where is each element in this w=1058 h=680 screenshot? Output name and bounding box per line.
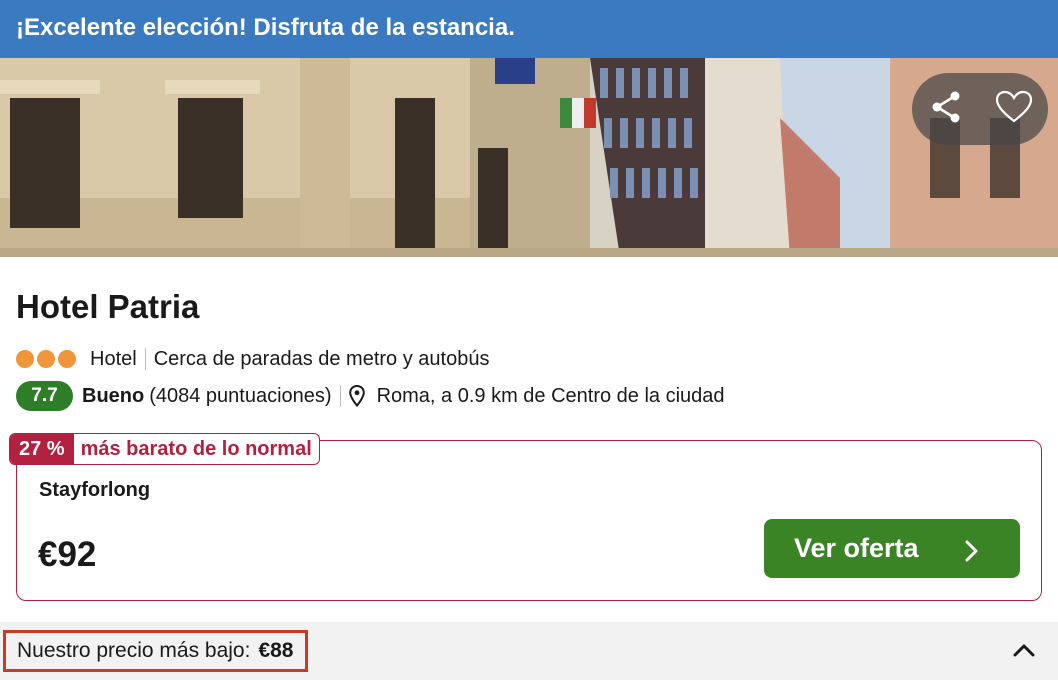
hotel-type: Hotel bbox=[90, 347, 137, 370]
rating-word: Bueno bbox=[82, 384, 145, 407]
success-banner: ¡Excelente elección! Disfruta de la esta… bbox=[0, 0, 1058, 58]
review-count[interactable]: (4084 puntuaciones) bbox=[149, 385, 331, 408]
star-dot-icon bbox=[16, 350, 34, 368]
divider bbox=[144, 348, 146, 370]
discount-text: más barato de lo normal bbox=[80, 437, 312, 460]
divider bbox=[339, 385, 341, 407]
banner-text: ¡Excelente elección! Disfruta de la esta… bbox=[16, 14, 515, 41]
score-badge: 7.7 bbox=[16, 381, 73, 411]
star-dot-icon bbox=[37, 350, 55, 368]
chevron-right-icon bbox=[964, 538, 978, 569]
collapse-button[interactable] bbox=[1010, 638, 1038, 666]
star-dot-icon bbox=[58, 350, 76, 368]
favorite-button[interactable] bbox=[980, 73, 1048, 145]
heart-icon bbox=[995, 90, 1033, 129]
photo-actions bbox=[912, 73, 1048, 145]
location-pin-icon bbox=[348, 385, 365, 407]
view-offer-label: Ver oferta bbox=[794, 533, 919, 563]
deal-price: €92 bbox=[38, 535, 97, 574]
hotel-photo[interactable] bbox=[0, 58, 1058, 257]
share-icon bbox=[929, 90, 963, 129]
lowest-price-value: €88 bbox=[258, 639, 294, 662]
hotel-photo-image bbox=[0, 58, 1058, 257]
discount-badge: 27 % más barato de lo normal bbox=[9, 433, 320, 465]
lowest-price-box: Nuestro precio más bajo: €88 bbox=[3, 630, 308, 672]
view-offer-button[interactable]: Ver oferta bbox=[764, 519, 1020, 578]
discount-percent: 27 % bbox=[10, 434, 74, 464]
star-rating bbox=[16, 350, 79, 368]
rating-row: 7.7 Bueno (4084 puntuaciones) Roma, a 0.… bbox=[16, 381, 725, 411]
share-button[interactable] bbox=[912, 73, 980, 145]
hotel-type-row: Hotel Cerca de paradas de metro y autobú… bbox=[16, 345, 489, 373]
hotel-location[interactable]: Roma, a 0.9 km de Centro de la ciudad bbox=[377, 385, 725, 408]
provider-name: Stayforlong bbox=[39, 479, 151, 501]
lowest-price-label: Nuestro precio más bajo: bbox=[17, 639, 251, 662]
hotel-name[interactable]: Hotel Patria bbox=[16, 288, 199, 326]
hotel-highlight: Cerca de paradas de metro y autobús bbox=[153, 347, 490, 370]
chevron-up-icon bbox=[1013, 643, 1035, 662]
